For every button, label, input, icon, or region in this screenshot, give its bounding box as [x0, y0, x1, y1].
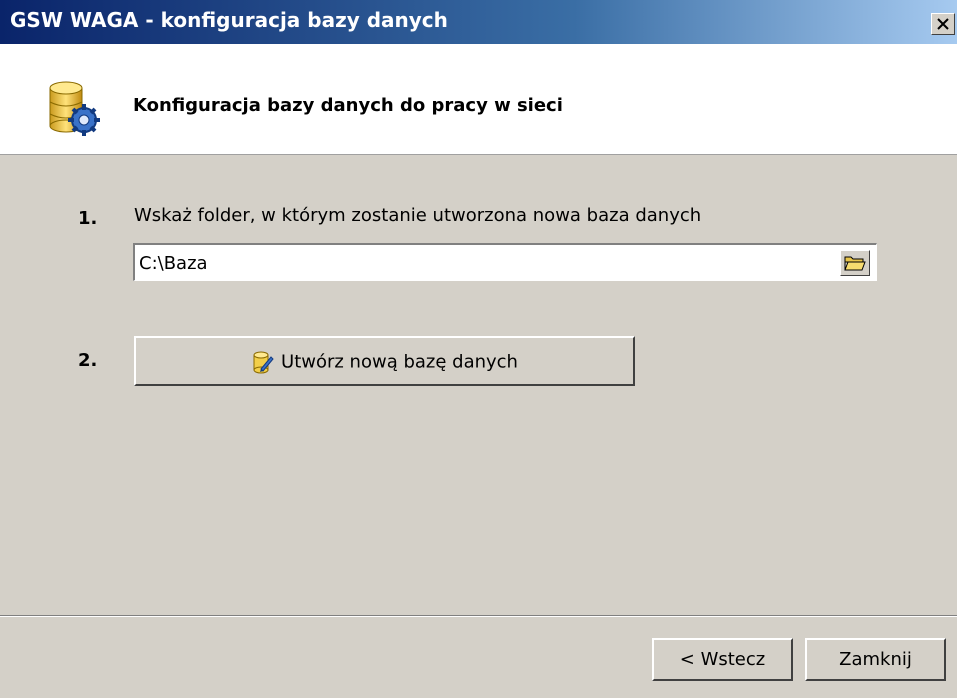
- close-button[interactable]: Zamknij: [805, 638, 946, 681]
- create-database-button[interactable]: Utwórz nową bazę danych: [134, 336, 635, 386]
- create-database-label: Utwórz nową bazę danych: [281, 351, 518, 373]
- folder-open-icon: [844, 256, 866, 271]
- step-1-number: 1.: [78, 208, 98, 229]
- close-icon: [937, 18, 949, 30]
- title-bar[interactable]: GSW WAGA - konfiguracja bazy danych: [0, 0, 957, 44]
- back-button[interactable]: < Wstecz: [652, 638, 793, 681]
- window-close-button[interactable]: [931, 13, 955, 35]
- database-gear-icon: [49, 81, 100, 136]
- footer-separator: [0, 615, 957, 617]
- browse-folder-button[interactable]: [840, 250, 870, 276]
- database-create-icon: [253, 351, 274, 374]
- window-title: GSW WAGA - konfiguracja bazy danych: [10, 8, 448, 32]
- dialog-window: GSW WAGA - konfiguracja bazy danych Konf…: [0, 0, 957, 698]
- header-title: Konfiguracja bazy danych do pracy w siec…: [133, 95, 563, 116]
- step-1-label: Wskaż folder, w którym zostanie utworzon…: [134, 205, 702, 226]
- header-panel: Konfiguracja bazy danych do pracy w siec…: [0, 44, 957, 155]
- folder-path-input[interactable]: [139, 251, 829, 275]
- folder-path-field[interactable]: [133, 243, 877, 281]
- step-2-number: 2.: [78, 350, 98, 371]
